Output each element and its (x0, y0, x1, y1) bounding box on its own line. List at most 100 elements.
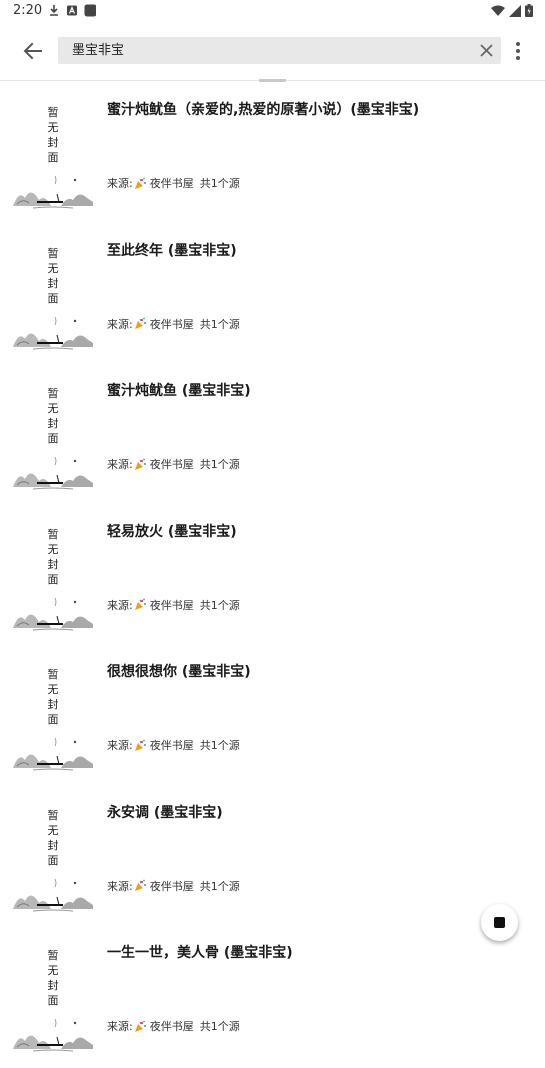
svg-text:封: 封 (48, 557, 59, 571)
source-name: 夜伴书屋 (149, 317, 194, 331)
book-source: 来源: 夜伴书屋 共1个源 (107, 175, 240, 191)
status-time: 2:20 (13, 3, 43, 18)
book-title: 至此终年 (墨宝非宝) (107, 242, 237, 259)
book-source: 来源: 夜伴书屋 共1个源 (107, 737, 240, 753)
download-icon (50, 5, 58, 16)
source-count: 共1个源 (199, 598, 240, 612)
book-title: 一生一世，美人骨 (墨宝非宝) (107, 945, 293, 961)
cover-placeholder: 暂 无 封 面 (13, 937, 93, 1057)
source-count: 共1个源 (199, 458, 240, 471)
source-label: 来源: (107, 1020, 133, 1033)
result-item[interactable]: 暂 无 封 面 蜜汁炖鱿鱼 (墨宝非宝) 来源: 夜伴书屋 共1个源 (0, 365, 545, 506)
search-results-list: 暂 无 封 面 蜜汁炖鱿鱼（亲爱的,热爱的原著小说）(墨宝非宝) 来源: 夜伴书… (0, 84, 545, 1068)
svg-text:暂: 暂 (48, 949, 59, 962)
svg-text:封: 封 (48, 978, 59, 992)
source-name: 夜伴书屋 (149, 1020, 194, 1033)
svg-text:面: 面 (48, 151, 59, 164)
svg-text:面: 面 (48, 573, 59, 586)
svg-text:无: 无 (48, 121, 59, 134)
svg-text:无: 无 (48, 683, 59, 696)
party-popper-icon (134, 598, 146, 610)
source-count: 共1个源 (199, 879, 240, 893)
drag-handle[interactable] (259, 79, 286, 82)
svg-text:封: 封 (48, 697, 59, 711)
source-name: 夜伴书屋 (149, 177, 194, 190)
svg-text:暂: 暂 (48, 106, 59, 119)
book-title: 轻易放火 (墨宝非宝) (107, 523, 237, 540)
result-item[interactable]: 暂 无 封 面 一生一世，美人骨 (墨宝非宝) 来源: 夜伴书屋 共1个源 (0, 927, 545, 1068)
app-icon (84, 4, 96, 17)
svg-text:封: 封 (48, 135, 59, 149)
source-count: 共1个源 (199, 177, 240, 190)
cover-placeholder: 暂 无 封 面 (13, 656, 93, 776)
source-name: 夜伴书屋 (149, 879, 194, 893)
svg-text:无: 无 (48, 402, 59, 415)
book-source: 来源: 夜伴书屋 共1个源 (107, 1018, 240, 1034)
svg-text:面: 面 (48, 713, 59, 726)
book-title: 永安调 (墨宝非宝) (107, 804, 223, 821)
status-bar: 2:20 (0, 0, 545, 24)
party-popper-icon (134, 458, 146, 470)
back-arrow-icon[interactable] (20, 38, 46, 64)
source-count: 共1个源 (199, 1020, 240, 1033)
clear-icon[interactable] (478, 42, 495, 59)
svg-text:封: 封 (48, 838, 59, 852)
party-popper-icon (134, 1020, 146, 1032)
cover-placeholder: 暂 无 封 面 (13, 796, 93, 917)
search-toolbar (0, 24, 545, 81)
result-item[interactable]: 暂 无 封 面 至此终年 (墨宝非宝) 来源: 夜伴书屋 共1个源 (0, 225, 545, 366)
svg-text:暂: 暂 (48, 387, 59, 400)
svg-text:暂: 暂 (48, 668, 59, 681)
svg-text:面: 面 (48, 854, 59, 867)
search-box (58, 37, 501, 64)
svg-text:暂: 暂 (48, 528, 59, 541)
source-label: 来源: (107, 739, 133, 752)
svg-text:暂: 暂 (48, 247, 59, 260)
a-icon (67, 5, 77, 16)
svg-text:无: 无 (48, 824, 59, 837)
cover-placeholder: 暂 无 封 面 (13, 234, 93, 355)
cover-placeholder: 暂 无 封 面 (13, 375, 93, 495)
book-source: 来源: 夜伴书屋 共1个源 (107, 456, 240, 472)
source-label: 来源: (107, 879, 133, 893)
source-name: 夜伴书屋 (149, 458, 194, 471)
signal-icon (509, 4, 521, 17)
svg-text:无: 无 (48, 543, 59, 556)
source-count: 共1个源 (199, 739, 240, 752)
result-item[interactable]: 暂 无 封 面 轻易放火 (墨宝非宝) 来源: 夜伴书屋 共1个源 (0, 506, 545, 647)
battery-icon (525, 4, 533, 17)
svg-text:面: 面 (48, 292, 59, 305)
source-label: 来源: (107, 177, 133, 190)
party-popper-icon (134, 177, 146, 189)
party-popper-icon (134, 879, 146, 891)
stop-icon (494, 917, 505, 928)
book-title: 蜜汁炖鱿鱼 (墨宝非宝) (107, 383, 251, 399)
svg-text:面: 面 (48, 432, 59, 445)
svg-text:封: 封 (48, 416, 59, 430)
result-item[interactable]: 暂 无 封 面 很想很想你 (墨宝非宝) 来源: 夜伴书屋 共1个源 (0, 646, 545, 787)
result-item[interactable]: 暂 无 封 面 永安调 (墨宝非宝) 来源: 夜伴书屋 共1个源 (0, 787, 545, 928)
wifi-icon (491, 5, 505, 16)
book-source: 来源: 夜伴书屋 共1个源 (107, 878, 240, 894)
result-item[interactable]: 暂 无 封 面 蜜汁炖鱿鱼（亲爱的,热爱的原著小说）(墨宝非宝) 来源: 夜伴书… (0, 84, 545, 225)
party-popper-icon (134, 739, 146, 751)
svg-text:无: 无 (48, 964, 59, 977)
book-source: 来源: 夜伴书屋 共1个源 (107, 316, 240, 332)
cover-placeholder: 暂 无 封 面 (13, 94, 93, 214)
book-title: 蜜汁炖鱿鱼（亲爱的,热爱的原著小说）(墨宝非宝) (107, 102, 420, 118)
source-label: 来源: (107, 458, 133, 471)
svg-text:封: 封 (48, 276, 59, 290)
source-count: 共1个源 (199, 317, 240, 331)
party-popper-icon (134, 317, 146, 329)
source-name: 夜伴书屋 (149, 598, 194, 612)
status-icons-right (491, 4, 533, 17)
status-icons-left (48, 4, 96, 17)
search-input[interactable] (72, 37, 462, 64)
svg-text:面: 面 (48, 994, 59, 1007)
svg-text:无: 无 (48, 262, 59, 275)
book-source: 来源: 夜伴书屋 共1个源 (107, 597, 240, 613)
cover-placeholder: 暂 无 封 面 (13, 515, 93, 636)
source-label: 来源: (107, 598, 133, 612)
more-vert-icon[interactable] (509, 40, 527, 62)
stop-search-button[interactable] (481, 904, 518, 941)
